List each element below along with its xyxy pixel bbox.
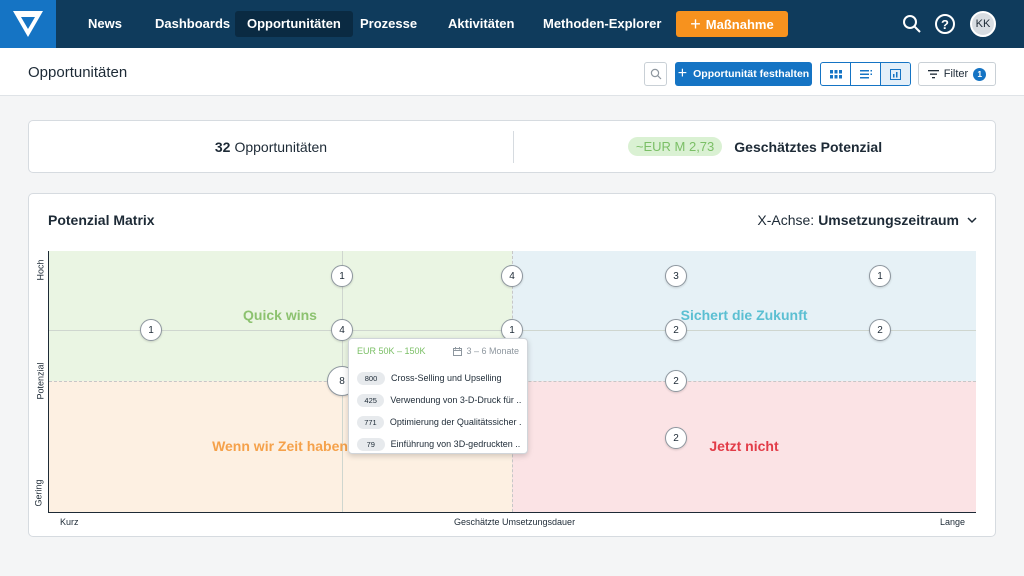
tooltip-item[interactable]: 425 Verwendung von 3-D-Druck für ... (357, 389, 521, 411)
user-avatar[interactable]: KK (970, 11, 996, 37)
nav-opportunitaeten[interactable]: Opportunitäten (235, 11, 353, 37)
tooltip-range: EUR 50K – 150K (357, 346, 426, 356)
x-axis-dropdown[interactable]: X-Achse: Umsetzungszeitraum (757, 212, 977, 228)
tooltip-item-label: Optimierung der Qualitätssicher ... (389, 417, 521, 427)
nav-aktivitaeten[interactable]: Aktivitäten (436, 11, 526, 37)
x-long-label: Lange (940, 517, 966, 527)
tooltip-item-id: 79 (357, 437, 385, 451)
quadrant-label-not-now: Jetzt nicht (709, 438, 779, 454)
search-button[interactable] (644, 62, 667, 86)
opportunity-count: 32 Opportunitäten (29, 121, 513, 172)
chart-icon (890, 68, 901, 80)
x-axis-prefix: X-Achse: (757, 212, 815, 228)
filter-button[interactable]: Filter 1 (918, 62, 996, 86)
tooltip-item-id: 425 (357, 393, 385, 407)
quadrant-label-quick-wins: Quick wins (243, 307, 317, 323)
summary-card: 32 Opportunitäten ~EUR M 2,73 Geschätzte… (28, 120, 996, 173)
matrix-bubble[interactable]: 1 (331, 265, 353, 287)
page-header: Opportunitäten + Opportunität festhalten… (0, 48, 1024, 96)
matrix-view-button[interactable] (881, 63, 910, 85)
nav-dashboards[interactable]: Dashboards (143, 11, 242, 37)
estimated-potential: ~EUR M 2,73 Geschätztes Potenzial (514, 121, 996, 172)
grid-view-button[interactable] (821, 63, 851, 85)
tooltip-time: 3 – 6 Monate (453, 346, 519, 356)
tooltip-item[interactable]: 79 Einführung von 3D-gedruckten ... (357, 433, 521, 455)
nav-prozesse[interactable]: Prozesse (348, 11, 429, 37)
matrix-bubble[interactable]: 4 (501, 265, 523, 287)
view-switcher (820, 62, 911, 86)
chevron-down-icon (967, 216, 977, 223)
matrix-bubble[interactable]: 2 (665, 427, 687, 449)
add-massnahme-label: Maßnahme (705, 16, 774, 32)
grid-icon (829, 69, 842, 78)
logo-icon (13, 11, 43, 37)
potential-label: Geschätztes Potenzial (734, 138, 883, 155)
opportunity-count-label: Opportunitäten (234, 138, 328, 155)
matrix-bubble[interactable]: 3 (665, 265, 687, 287)
add-opportunity-label: Opportunität festhalten (693, 68, 810, 80)
tooltip-item-label: Cross-Selling und Upselling (391, 373, 502, 383)
matrix-bubble[interactable]: 2 (665, 319, 687, 341)
nav-news[interactable]: News (76, 11, 134, 37)
top-navigation-bar: News Dashboards Opportunitäten Prozesse … (0, 0, 1024, 48)
tooltip-time-value: 3 – 6 Monate (466, 346, 519, 356)
y-axis-label: Potenzial (35, 362, 46, 400)
filter-icon (927, 69, 939, 78)
filter-count-badge: 1 (973, 67, 987, 81)
tooltip-item-label: Einführung von 3D-gedruckten ... (390, 439, 521, 449)
y-high-label: Hoch (35, 259, 46, 281)
tooltip-header: EUR 50K – 150K 3 – 6 Monate (357, 346, 519, 356)
nav-methoden-explorer[interactable]: Methoden-Explorer (531, 11, 673, 37)
help-icon[interactable]: ? (935, 14, 955, 34)
calendar-icon (453, 346, 463, 356)
x-axis-value: Umsetzungszeitraum (818, 212, 959, 228)
x-axis-line (48, 512, 976, 513)
tooltip-item-id: 771 (357, 415, 384, 429)
plus-icon: + (677, 65, 688, 82)
plus-icon: + (690, 14, 701, 34)
y-low-label: Gering (33, 479, 44, 507)
potential-value-badge: ~EUR M 2,73 (627, 137, 723, 156)
matrix-bubble[interactable]: 1 (869, 265, 891, 287)
add-opportunity-button[interactable]: + Opportunität festhalten (675, 62, 812, 86)
list-icon (859, 69, 872, 78)
matrix-bubble[interactable]: 2 (869, 319, 891, 341)
bubble-tooltip: EUR 50K – 150K 3 – 6 Monate 800 Cross-Se… (348, 338, 528, 454)
tooltip-item-label: Verwendung von 3-D-Druck für ... (390, 395, 521, 405)
matrix-bubble[interactable]: 2 (665, 370, 687, 392)
tooltip-list: 800 Cross-Selling und Upselling 425 Verw… (357, 367, 521, 455)
tooltip-item-id: 800 (357, 371, 385, 385)
tooltip-item[interactable]: 800 Cross-Selling und Upselling (357, 367, 521, 389)
quadrant-label-later: Wenn wir Zeit haben (212, 438, 348, 454)
opportunity-count-value: 32 (214, 138, 231, 155)
list-view-button[interactable] (851, 63, 881, 85)
search-icon[interactable] (900, 12, 924, 36)
search-icon (650, 68, 661, 80)
quadrant-label-future: Sichert die Zukunft (680, 307, 808, 323)
y-axis-line (48, 251, 49, 513)
x-short-label: Kurz (60, 517, 79, 527)
app-logo[interactable] (0, 0, 56, 48)
page-title: Opportunitäten (28, 64, 128, 81)
matrix-title: Potenzial Matrix (48, 212, 155, 228)
add-massnahme-button[interactable]: + Maßnahme (676, 11, 788, 37)
x-axis-label: Geschätzte Umsetzungsdauer (454, 517, 576, 527)
tooltip-item[interactable]: 771 Optimierung der Qualitätssicher ... (357, 411, 521, 433)
matrix-bubble[interactable]: 1 (140, 319, 162, 341)
filter-label: Filter (943, 68, 969, 80)
